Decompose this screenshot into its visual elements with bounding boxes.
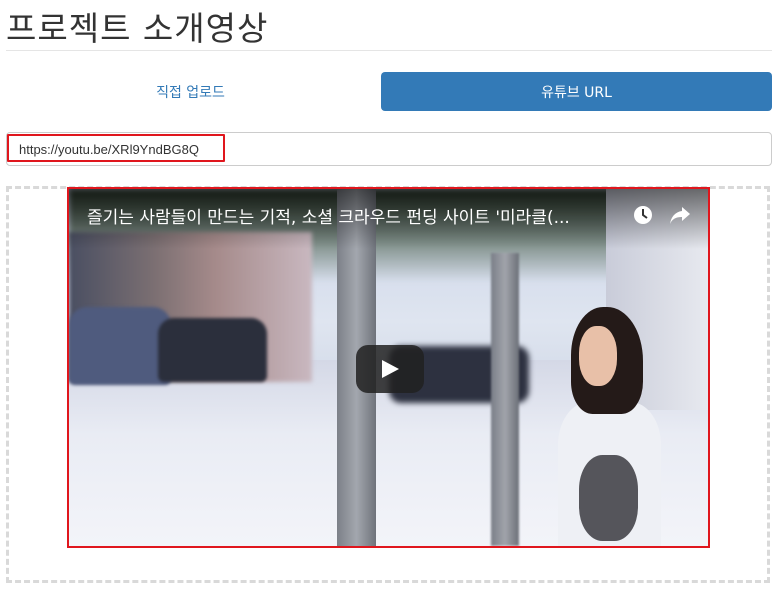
tab-youtube-url[interactable]: 유튜브 URL xyxy=(381,72,772,111)
play-icon xyxy=(382,360,399,378)
youtube-url-input[interactable] xyxy=(7,133,771,165)
tab-direct-upload[interactable]: 직접 업로드 xyxy=(6,72,375,111)
page-title: 프로젝트 소개영상 xyxy=(6,9,269,48)
video-title[interactable]: 즐기는 사람들이 만드는 기적, 소셜 크라우드 펀딩 사이트 '미라클(... xyxy=(87,203,617,228)
play-button[interactable] xyxy=(356,345,424,393)
youtube-video-player[interactable]: 즐기는 사람들이 만드는 기적, 소셜 크라우드 펀딩 사이트 '미라클(... xyxy=(67,187,710,548)
share-icon[interactable] xyxy=(669,205,691,225)
youtube-url-field-wrapper xyxy=(6,132,772,166)
watch-later-icon[interactable] xyxy=(633,205,653,225)
title-divider xyxy=(6,50,772,51)
